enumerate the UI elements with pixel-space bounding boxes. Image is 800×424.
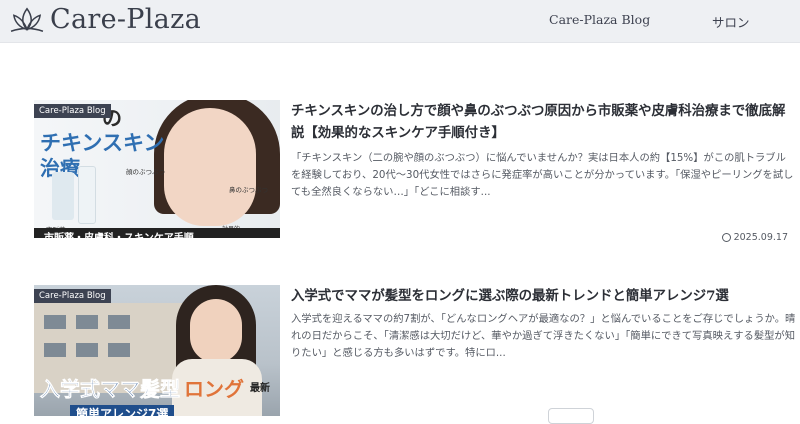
- clock-icon: [721, 233, 731, 242]
- post-thumbnail[interactable]: の チキンスキン 治療 顔のぶつぶつ 鼻のぶつぶつ 市販薬 効果的 市販薬・皮膚…: [34, 100, 280, 238]
- thumb-face: [190, 299, 242, 363]
- post-thumbnail[interactable]: 入学式ママ髪型 ロング 最新 簡単アレンジ7選 Care-Plaza Blog: [34, 285, 280, 416]
- pagination-button[interactable]: [548, 408, 594, 424]
- logo-text: Care-Plaza: [50, 4, 201, 35]
- post-date-text: 2025.09.17: [733, 232, 788, 243]
- category-badge[interactable]: Care-Plaza Blog: [34, 104, 111, 118]
- thumb-window: [44, 343, 66, 357]
- thumb-bottle: [78, 166, 96, 224]
- post-title[interactable]: 入学式でママが髪型をロングに選ぶ際の最新トレンドと簡単アレンジ7選: [291, 285, 796, 307]
- post-date: 2025.09.17: [721, 232, 788, 243]
- thumb-window: [76, 315, 98, 329]
- thumb-text-bottom: 市販薬・皮膚科・スキンケア手順: [44, 229, 194, 238]
- category-badge[interactable]: Care-Plaza Blog: [34, 289, 111, 303]
- thumb-label-nose: 鼻のぶつぶつ: [229, 186, 268, 194]
- thumb-window: [108, 343, 130, 357]
- thumb-text-side: 最新: [250, 383, 270, 394]
- thumb-text-accent: ロング: [184, 377, 244, 401]
- thumb-face: [164, 108, 256, 226]
- thumb-label-face: 顔のぶつぶつ: [126, 168, 165, 176]
- post-title[interactable]: チキンスキンの治し方で顔や鼻のぶつぶつ原因から市販薬や皮膚科治療まで徹底解説【効…: [291, 100, 796, 144]
- post-excerpt: 入学式を迎えるママの約7割が、「どんなロングヘアが最適なの？」と悩んでいることを…: [291, 313, 796, 359]
- site-header: Care-Plaza Care-Plaza Blog サロン: [0, 0, 800, 43]
- thumb-window: [76, 343, 98, 357]
- thumb-text-main: 入学式ママ髪型: [40, 377, 181, 402]
- nav-salon-link[interactable]: サロン: [712, 12, 750, 31]
- thumb-bottle: [52, 172, 74, 220]
- post-card[interactable]: の チキンスキン 治療 顔のぶつぶつ 鼻のぶつぶつ 市販薬 効果的 市販薬・皮膚…: [34, 100, 794, 250]
- lotus-logo-icon: [10, 7, 44, 32]
- thumb-text-bottom: 簡単アレンジ7選: [70, 405, 175, 416]
- thumb-window: [108, 315, 130, 329]
- nav-blog-link[interactable]: Care-Plaza Blog: [549, 12, 650, 27]
- post-card[interactable]: 入学式ママ髪型 ロング 最新 簡単アレンジ7選 Care-Plaza Blog …: [34, 285, 796, 416]
- post-excerpt: 「チキンスキン（二の腕や顔のぶつぶつ）に悩んでいませんか？実は日本人の約【15%…: [291, 152, 794, 198]
- thumb-window: [44, 315, 66, 329]
- site-logo[interactable]: Care-Plaza: [8, 3, 201, 37]
